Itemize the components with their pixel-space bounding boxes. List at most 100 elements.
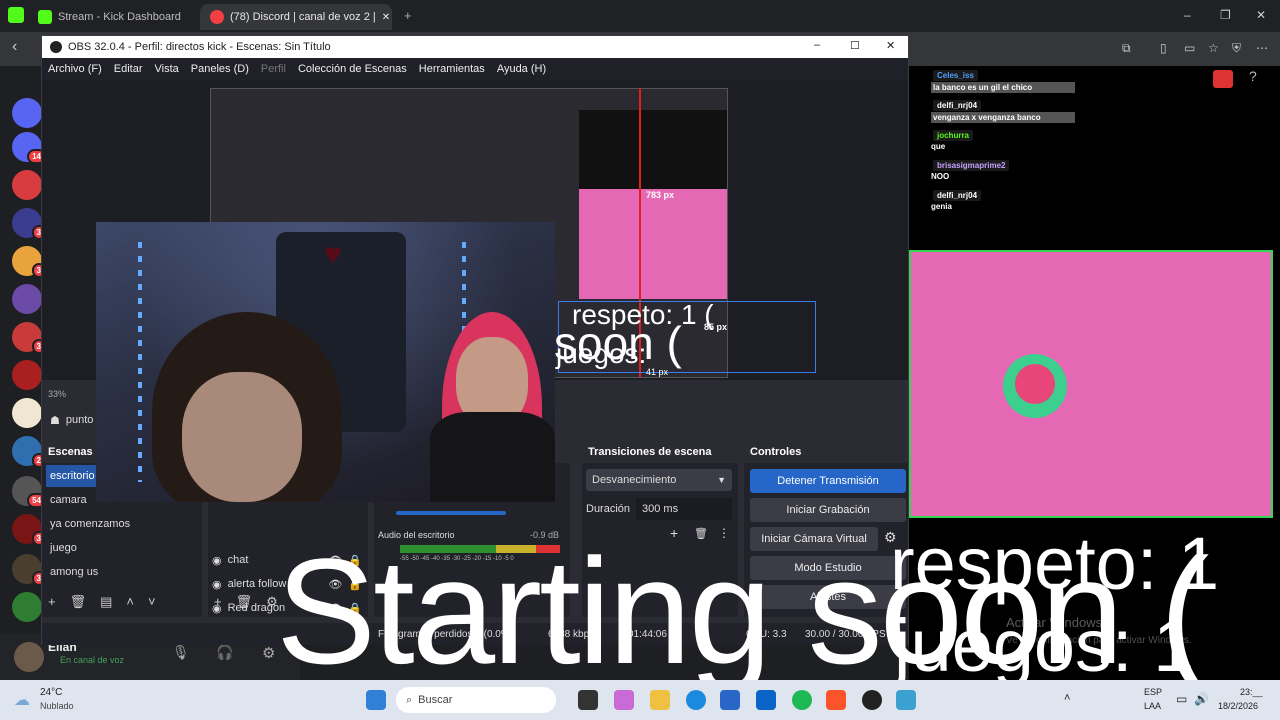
maximize-button[interactable]: ❐ (1220, 8, 1231, 22)
new-tab-button[interactable]: + (404, 8, 412, 23)
taskbar-search[interactable]: ⌕ Buscar (396, 687, 556, 713)
wallet-icon[interactable]: ▭ (1184, 41, 1195, 55)
obs-menu-bar: Archivo (F) Editar Vista Paneles (D) Perfil C… (42, 58, 908, 80)
volume-icon[interactable]: 🔊 (1194, 692, 1209, 706)
start-recording-button[interactable]: Iniciar Grabación (750, 498, 906, 522)
discord-favicon-icon (210, 10, 224, 24)
chat-username[interactable]: Celes_iss (933, 70, 978, 81)
back-icon[interactable]: ‹ (12, 38, 17, 56)
menu-item[interactable]: Archivo (F) (48, 63, 102, 75)
cloud-icon: ☁ (14, 692, 30, 709)
server-icon[interactable] (12, 284, 42, 314)
chat-message: genia (931, 202, 952, 211)
scene-item[interactable]: ya comenzamos (46, 513, 196, 535)
duration-input[interactable]: 300 ms (636, 498, 732, 520)
weather-temp: 24°C (40, 687, 63, 698)
menu-item[interactable]: Colección de Escenas (298, 63, 407, 75)
headphones-icon[interactable]: 🎧 (216, 644, 233, 661)
task-view-icon[interactable] (578, 690, 598, 710)
obs-minimize-button[interactable]: – (814, 39, 820, 51)
server-icon[interactable]: 3 (12, 514, 46, 546)
kick-app-icon[interactable] (8, 7, 24, 23)
file-explorer-icon[interactable] (650, 690, 670, 710)
scene-item[interactable]: juego (46, 537, 196, 559)
server-icon[interactable]: 3 (12, 246, 46, 278)
menu-item[interactable]: Vista (155, 63, 179, 75)
brave-icon[interactable] (826, 690, 846, 710)
minimize-button[interactable]: – (1184, 8, 1191, 22)
store-icon[interactable] (720, 690, 740, 710)
add-icon[interactable]: + (214, 594, 222, 610)
tab-kick-dashboard[interactable]: Stream - Kick Dashboard (28, 4, 200, 30)
obs-taskbar-icon[interactable] (862, 690, 882, 710)
trash-icon[interactable]: 🗑 (70, 594, 87, 610)
scenes-title: Escenas (48, 446, 93, 458)
tab-discord[interactable]: (78) Discord | canal de voz 2 | ✕ (200, 4, 392, 30)
edge-icon[interactable] (686, 690, 706, 710)
chevron-up-icon[interactable]: ˄ (1064, 692, 1070, 704)
server-icon[interactable]: 54 (12, 476, 46, 508)
overlay-juegos-small: juegos: (556, 338, 647, 369)
avatar[interactable] (14, 642, 44, 672)
scene-item[interactable]: among us (46, 561, 196, 583)
server-icon[interactable]: 3 (12, 554, 46, 586)
taskbar: ☁ 24°C Nublado ⌕ Buscar ˄ ESP LAA ▭ 🔊 23… (0, 680, 1280, 720)
install-app-icon[interactable]: ⧉ (1122, 41, 1131, 56)
chevron-up-icon[interactable]: ˄ (126, 594, 134, 610)
server-icon[interactable] (12, 98, 42, 128)
menu-item[interactable]: Herramientas (419, 63, 485, 75)
spotify-icon[interactable] (792, 690, 812, 710)
server-icon[interactable] (12, 398, 42, 428)
menu-item[interactable]: Paneles (D) (191, 63, 249, 75)
menu-item[interactable]: Editar (114, 63, 143, 75)
server-icon[interactable] (12, 592, 42, 622)
server-icon[interactable] (12, 170, 42, 200)
trash-icon[interactable]: 🗑 (236, 594, 253, 610)
chat-username[interactable]: brisasigmaprime2 (933, 160, 1010, 171)
menu-icon[interactable]: ⋯ (1256, 41, 1268, 55)
lang[interactable]: ESP (1144, 687, 1162, 697)
close-button[interactable]: ✕ (1256, 8, 1266, 22)
server-icon[interactable]: 3 (12, 322, 46, 354)
transition-select[interactable]: Desvanecimiento ▼ (586, 469, 732, 491)
filter-icon[interactable]: ▤ (100, 594, 112, 610)
kick-favicon-icon (38, 10, 52, 24)
volume-slider[interactable] (396, 511, 506, 515)
chat-message: la banco es un gil el chico (931, 82, 1075, 93)
battery-icon[interactable]: ▭ (1176, 692, 1187, 706)
shield-icon[interactable]: ⛨ (1232, 41, 1241, 56)
obs-close-button[interactable]: ✕ (886, 39, 895, 52)
split-view-icon[interactable]: ▯ (1160, 41, 1167, 55)
source-type-icon: ◉ (212, 554, 222, 567)
tab-close-icon[interactable]: ✕ (382, 12, 390, 23)
avatar-emote-icon (1003, 354, 1067, 418)
copilot-icon[interactable] (614, 690, 634, 710)
add-icon[interactable]: + (48, 594, 56, 610)
server-icon[interactable]: 14 (12, 132, 46, 164)
microphone-icon[interactable]: 🎙 (172, 644, 190, 661)
clock-time[interactable]: 23:__ (1240, 687, 1263, 697)
chat-username[interactable]: delfi_nrj04 (933, 190, 982, 201)
chat-username[interactable]: jochurra (933, 130, 974, 141)
obs-maximize-button[interactable]: ☐ (850, 39, 860, 52)
menu-item[interactable]: Perfil (261, 63, 286, 75)
menu-item[interactable]: Ayuda (H) (497, 63, 546, 75)
server-icon[interactable]: 3 (12, 208, 46, 240)
gear-icon[interactable]: ⚙ (262, 644, 275, 662)
help-icon[interactable]: ? (1249, 68, 1257, 84)
chevron-down-icon[interactable]: ˅ (148, 594, 156, 610)
browser-tab-strip: Stream - Kick Dashboard (78) Discord | c… (0, 0, 1280, 32)
favorites-icon[interactable]: ☆ (1208, 41, 1219, 55)
server-icon[interactable] (12, 360, 42, 390)
search-placeholder: Buscar (418, 694, 453, 706)
server-icon[interactable]: 2 (12, 436, 46, 468)
transition-type: Desvanecimiento (592, 474, 677, 486)
windows-start-icon[interactable] (366, 690, 386, 710)
mail-icon[interactable] (756, 690, 776, 710)
record-icon[interactable] (1213, 70, 1233, 88)
chat-username[interactable]: delfi_nrj04 (933, 100, 982, 111)
stop-stream-button[interactable]: Detener Transmisión (750, 469, 906, 493)
calculator-icon[interactable] (896, 690, 916, 710)
controls-dock-header: Controles (744, 443, 908, 461)
discord-server-rail: 14 3 3 3 2 54 3 3 (0, 66, 46, 680)
